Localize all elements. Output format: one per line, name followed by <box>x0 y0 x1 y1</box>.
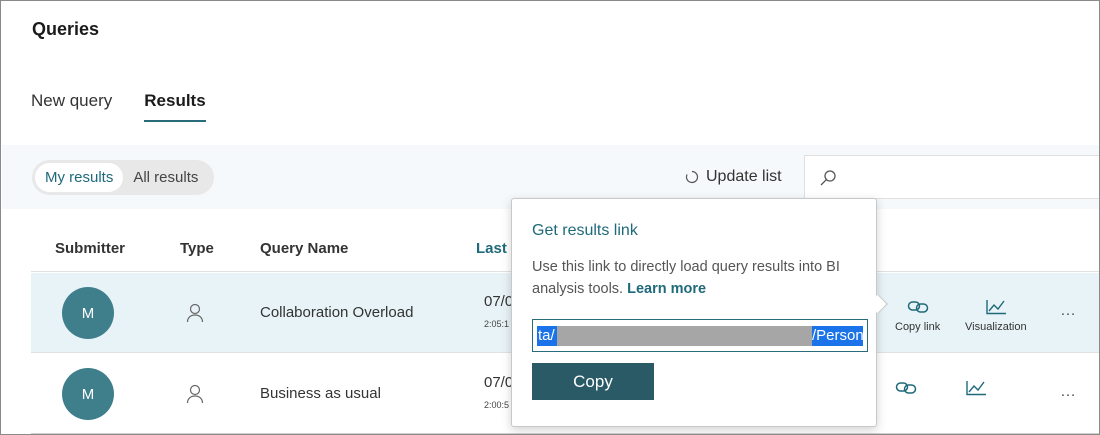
visualization-button[interactable] <box>965 380 987 396</box>
last-run-date: 07/0 <box>484 293 514 310</box>
last-run-date: 07/0 <box>484 374 514 391</box>
popover-description: Use this link to directly load query res… <box>532 256 862 300</box>
copy-link-button[interactable]: Copy link <box>895 299 940 333</box>
visualization-label: Visualization <box>965 321 1027 333</box>
url-text-start: ta/ <box>538 327 555 344</box>
tab-results[interactable]: Results <box>144 91 206 122</box>
avatar: M <box>62 287 114 339</box>
query-name: Collaboration Overload <box>260 304 414 321</box>
more-options-button[interactable]: … <box>1060 383 1077 401</box>
last-run-time: 2:00:5 <box>484 400 510 410</box>
tab-new-query[interactable]: New query <box>31 91 112 122</box>
results-scope-toggle: My results All results <box>32 160 214 195</box>
page-title: Queries <box>32 19 100 39</box>
link-icon <box>895 382 917 394</box>
avatar: M <box>62 368 114 420</box>
popover-title: Get results link <box>532 222 638 239</box>
copy-link-button[interactable] <box>895 380 917 396</box>
tab-bar: New query Results <box>31 91 206 122</box>
link-icon <box>907 301 928 313</box>
search-input[interactable] <box>804 155 1099 199</box>
app-frame: Queries New query Results My results All… <box>0 0 1100 435</box>
line-chart-icon <box>966 381 986 396</box>
update-list-label: Update list <box>706 168 782 185</box>
get-results-link-popover: Get results link Use this link to direct… <box>511 198 877 427</box>
update-list-button[interactable]: Update list <box>684 168 782 186</box>
column-header-type: Type <box>180 240 214 257</box>
column-header-query-name: Query Name <box>260 240 349 257</box>
learn-more-link[interactable]: Learn more <box>627 281 706 297</box>
visualization-button[interactable]: Visualization <box>965 299 1027 333</box>
person-icon <box>186 303 204 323</box>
person-icon <box>186 384 204 404</box>
refresh-icon <box>685 170 699 184</box>
copy-button[interactable]: Copy <box>532 363 654 400</box>
last-run-time: 2:05:1 <box>484 319 510 329</box>
column-header-submitter: Submitter <box>55 240 126 257</box>
my-results-option[interactable]: My results <box>35 163 124 192</box>
more-options-button[interactable]: … <box>1060 302 1077 320</box>
line-chart-icon <box>986 300 1006 315</box>
query-name: Business as usual <box>260 385 381 402</box>
redacted-url-segment <box>557 326 812 346</box>
search-icon <box>820 170 836 186</box>
results-link-field[interactable]: ta/ /Person <box>532 319 868 352</box>
table-bottom-border <box>31 433 1099 434</box>
copy-link-label: Copy link <box>895 321 941 333</box>
all-results-option[interactable]: All results <box>123 163 208 192</box>
url-text-end: /Person <box>812 327 864 344</box>
